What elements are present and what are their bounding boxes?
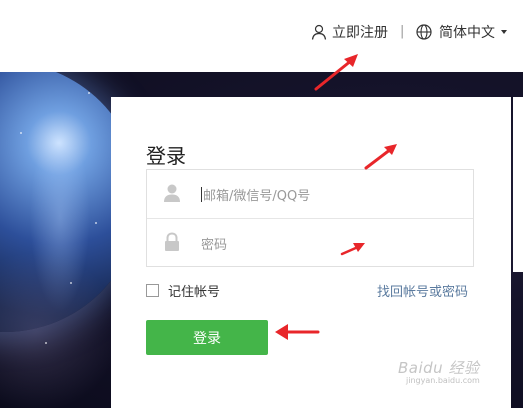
lock-icon [165,232,179,251]
login-title: 登录 [146,144,186,168]
caret-down-icon [501,30,507,34]
star [95,222,97,224]
watermark-text: Baidu 经验 [398,359,480,377]
text-cursor [201,187,202,202]
register-link[interactable]: 立即注册 [311,22,388,42]
language-selector[interactable]: 简体中文 [416,22,507,42]
side-panel-edge [513,97,523,272]
star [88,92,90,94]
star [70,282,72,284]
remember-label: 记住帐号 [168,285,221,300]
language-label: 简体中文 [439,25,495,41]
username-input[interactable]: 邮箱/微信号/QQ号 [201,185,310,204]
password-input[interactable]: 密码 [201,234,227,253]
top-bar: 立即注册 | 简体中文 [0,0,523,72]
username-field[interactable]: 邮箱/微信号/QQ号 [147,170,473,219]
annotation-arrow-icon [275,324,320,340]
annotation-arrow-icon [364,144,397,170]
user-icon [311,24,327,40]
globe-icon [416,24,432,40]
star [20,132,22,134]
nebula-cloud [0,252,120,408]
username-placeholder: 邮箱/微信号/QQ号 [203,189,311,204]
login-button[interactable]: 登录 [146,320,268,355]
password-field[interactable]: 密码 [147,219,473,267]
header-separator: | [400,24,405,39]
forgot-account-link[interactable]: 找回帐号或密码 [377,281,468,300]
annotation-arrow-icon [340,243,365,256]
watermark-url: jingyan.baidu.com [406,376,480,385]
remember-checkbox[interactable] [146,284,159,297]
user-icon [164,184,180,202]
remember-account[interactable]: 记住帐号 [146,281,220,300]
login-form: 邮箱/微信号/QQ号 密码 [146,169,474,267]
star [45,342,47,344]
register-label: 立即注册 [332,25,388,41]
annotation-arrow-icon [314,54,358,91]
